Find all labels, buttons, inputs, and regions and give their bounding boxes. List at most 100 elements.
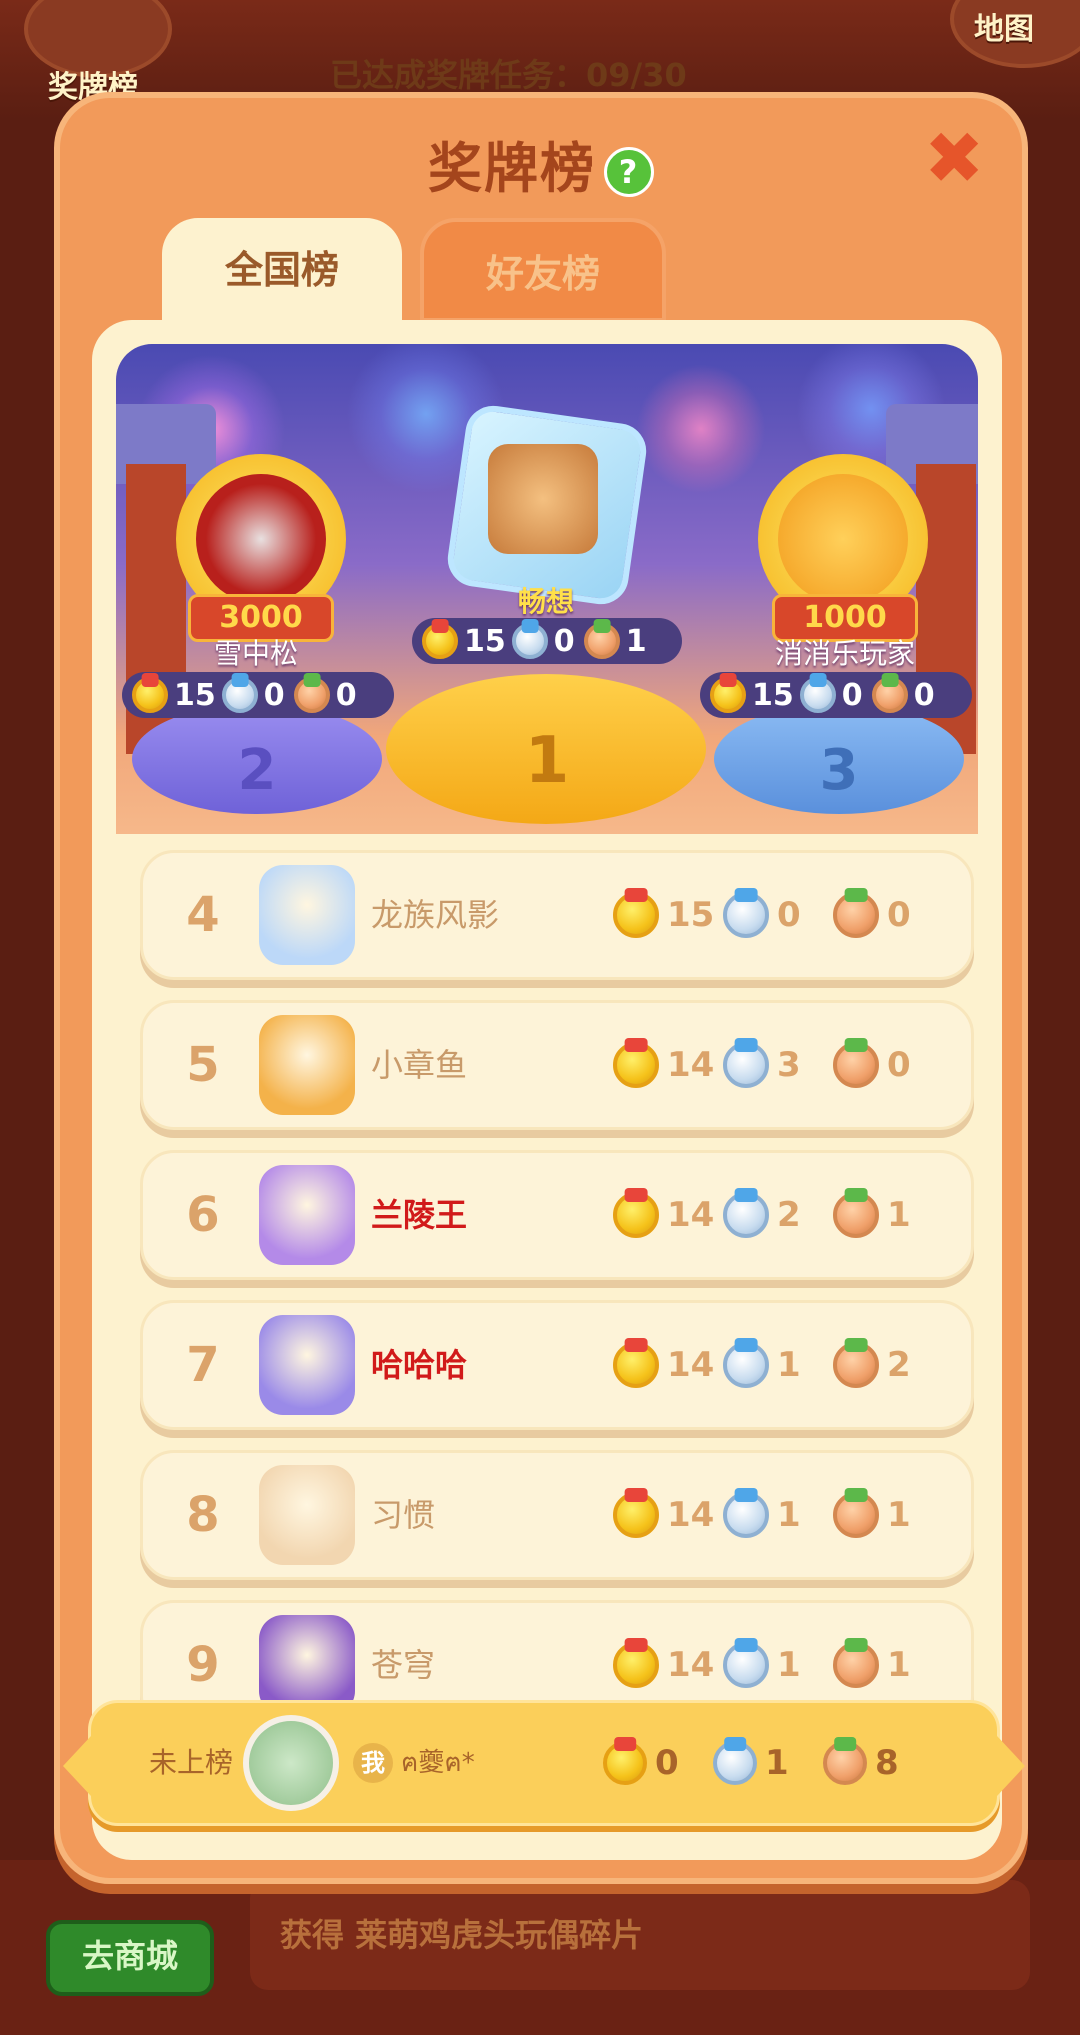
map-button-label: 地图: [974, 12, 1034, 47]
silver-group: 2: [723, 1192, 833, 1238]
bronze-group: 1: [833, 1492, 943, 1538]
gold-group: 14: [613, 1492, 723, 1538]
silver-count: 0: [263, 677, 285, 713]
silver-group: 1: [723, 1342, 833, 1388]
gold-group: 14: [613, 1342, 723, 1388]
silver-count: 0: [777, 895, 801, 935]
help-icon[interactable]: ?: [604, 147, 654, 198]
row-medals: 14 3 0: [613, 1003, 943, 1127]
table-row[interactable]: 7 哈哈哈 14 1 2: [140, 1300, 974, 1430]
bronze-group: 0: [833, 892, 943, 938]
row-medals: 14 1 1: [613, 1453, 943, 1577]
my-avatar[interactable]: [243, 1715, 339, 1811]
gold-group: 0: [603, 1741, 713, 1785]
silver-group: 1: [723, 1492, 833, 1538]
silver-medal-icon: [511, 623, 548, 659]
silver-count: 1: [777, 1495, 801, 1535]
bronze-medal-icon: [833, 1642, 879, 1688]
podium-name-1: 畅想: [517, 585, 574, 618]
my-rank-label: 未上榜: [149, 1746, 234, 1779]
bronze-count: 0: [913, 677, 935, 713]
podium-avatar-3[interactable]: [778, 474, 908, 604]
row-rank: 5: [186, 1037, 220, 1093]
close-icon[interactable]: ✖: [924, 122, 984, 194]
gold-group: 15: [613, 892, 723, 938]
row-avatar[interactable]: [259, 1465, 355, 1565]
table-row[interactable]: 4 龙族风影 15 0 0: [140, 850, 974, 980]
gold-medal-icon: [613, 892, 659, 938]
silver-count: 1: [777, 1345, 801, 1385]
bronze-group: 2: [833, 1342, 943, 1388]
podium-name-3: 消消乐玩家: [774, 637, 915, 670]
row-avatar[interactable]: [259, 1315, 355, 1415]
medal-board-modal: 奖牌榜? ✖ 全国榜 好友榜 2 1 3 3000 雪中松 15 0 0 畅想 …: [54, 92, 1028, 1884]
go-shop-button[interactable]: 去商城: [46, 1920, 214, 1996]
podium-avatar-1[interactable]: [488, 444, 598, 554]
bronze-count: 1: [887, 1645, 911, 1685]
leaderboard-panel: 2 1 3 3000 雪中松 15 0 0 畅想 15 0 1 1000 消消乐…: [92, 320, 1002, 1860]
silver-count: 1: [765, 1743, 789, 1783]
table-row[interactable]: 6 兰陵王 14 2 1: [140, 1150, 974, 1280]
bronze-count: 0: [335, 677, 357, 713]
bronze-medal-icon: [833, 1342, 879, 1388]
row-medals: 14 2 1: [613, 1153, 943, 1277]
gold-medal-icon: [132, 677, 168, 713]
silver-medal-icon: [221, 677, 258, 713]
gold-group: 14: [613, 1642, 723, 1688]
tab-friends[interactable]: 好友榜: [420, 218, 666, 322]
row-player-name: 习惯: [371, 1496, 436, 1534]
row-rank: 6: [186, 1187, 220, 1243]
reward-text: 获得 莱萌鸡虎头玩偶碎片: [280, 1916, 644, 1954]
podium-rank-2: 2: [237, 738, 277, 803]
my-rank-row[interactable]: 未上榜 我 ฅ夔ฅ* 0 1 8: [63, 1700, 1025, 1826]
gold-group: 14: [613, 1192, 723, 1238]
silver-medal-icon: [713, 1741, 757, 1785]
gold-count: 14: [667, 1045, 715, 1085]
silver-medal-icon: [723, 1342, 769, 1388]
gold-medal-icon: [613, 1192, 659, 1238]
bronze-count: 0: [887, 895, 911, 935]
table-row[interactable]: 5 小章鱼 14 3 0: [140, 1000, 974, 1130]
silver-group: 1: [713, 1741, 823, 1785]
row-avatar[interactable]: [259, 1015, 355, 1115]
bronze-count: 1: [887, 1195, 911, 1235]
bronze-medal-icon: [293, 677, 330, 713]
row-avatar[interactable]: [259, 1165, 355, 1265]
silver-medal-icon: [723, 1642, 769, 1688]
gold-medal-icon: [613, 1642, 659, 1688]
podium-name-2: 雪中松: [213, 637, 298, 670]
podium-avatar-2[interactable]: [196, 474, 326, 604]
gold-count: 14: [667, 1495, 715, 1535]
modal-title-wrap: 奖牌榜?: [60, 124, 1022, 203]
silver-group: 3: [723, 1042, 833, 1088]
bronze-medal-icon: [823, 1741, 867, 1785]
modal-title: 奖牌榜: [428, 137, 596, 200]
tab-national[interactable]: 全国榜: [162, 218, 402, 322]
silver-count: 0: [553, 623, 575, 659]
reward-banner: 获得 莱萌鸡虎头玩偶碎片: [250, 1880, 1030, 1990]
gold-count: 15: [174, 677, 216, 713]
silver-count: 3: [777, 1045, 801, 1085]
bronze-medal-icon: [833, 1192, 879, 1238]
podium-medals-1: 15 0 1: [412, 618, 682, 664]
silver-count: 2: [777, 1195, 801, 1235]
silver-count: 0: [841, 677, 863, 713]
medal-task-progress: 已达成奖牌任务：09/30: [330, 56, 687, 94]
podium-medals-2: 15 0 0: [122, 672, 394, 718]
bronze-count: 1: [887, 1495, 911, 1535]
row-avatar[interactable]: [259, 865, 355, 965]
bronze-count: 1: [625, 623, 647, 659]
row-player-name: 兰陵王: [371, 1196, 468, 1234]
silver-medal-icon: [723, 1492, 769, 1538]
bronze-medal-icon: [871, 677, 908, 713]
gold-medal-icon: [613, 1042, 659, 1088]
bronze-group: 8: [823, 1741, 933, 1785]
table-row[interactable]: 8 习惯 14 1 1: [140, 1450, 974, 1580]
bronze-group: 0: [833, 1042, 943, 1088]
gold-medal-icon: [422, 623, 458, 659]
bronze-group: 1: [833, 1192, 943, 1238]
bronze-medal-icon: [833, 1042, 879, 1088]
my-medals: 0 1 8: [603, 1703, 933, 1823]
bronze-count: 8: [875, 1743, 899, 1783]
row-player-name: 小章鱼: [371, 1046, 468, 1084]
